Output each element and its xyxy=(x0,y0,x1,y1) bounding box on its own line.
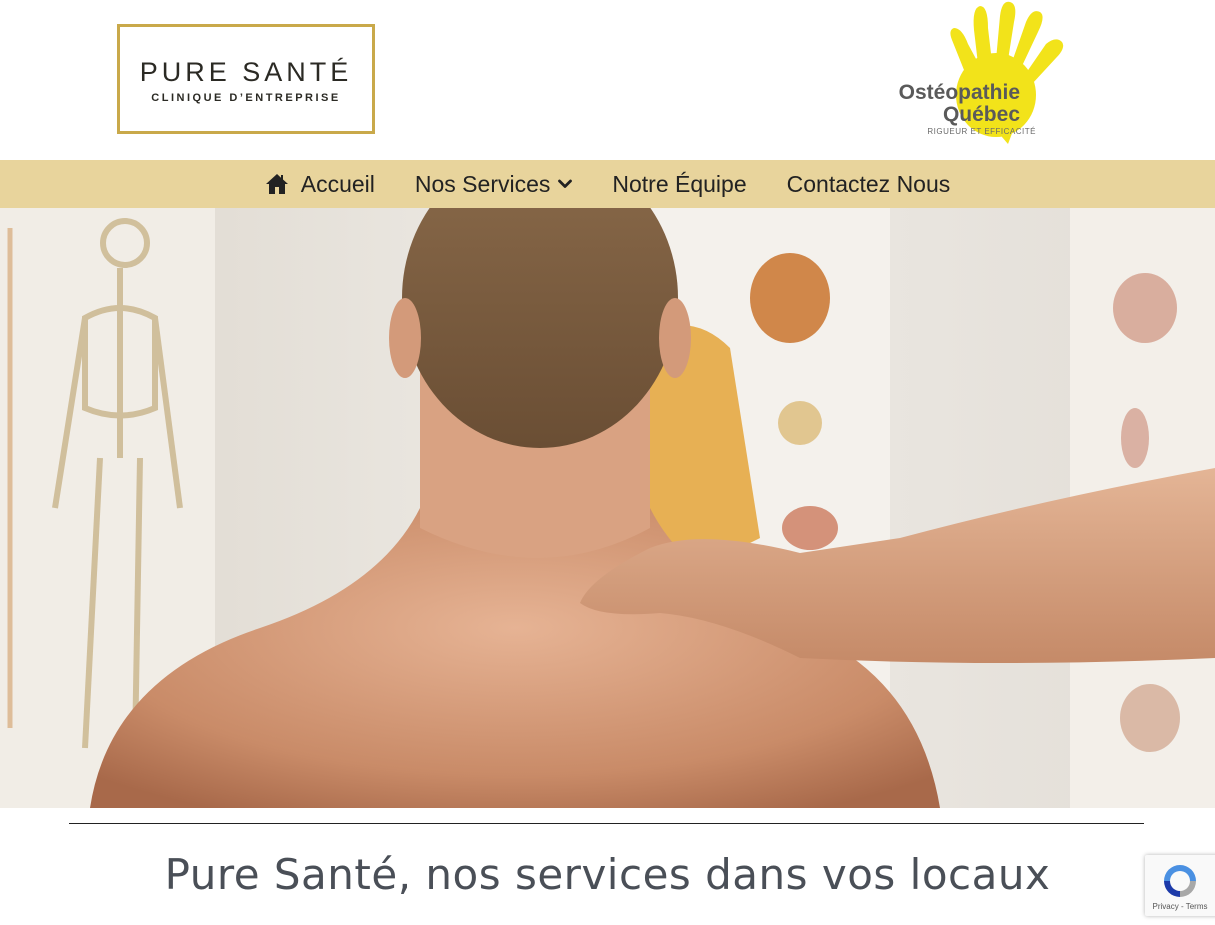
logo-osteo-line2: Québec xyxy=(942,103,1020,126)
main-nav: Accueil Nos Services Notre Équipe Contac… xyxy=(0,160,1215,208)
recaptcha-links[interactable]: Privacy - Terms xyxy=(1145,902,1215,911)
osteopathie-quebec-logo[interactable]: Ostéopathie Québec RIGUEUR ET EFFICACITÉ xyxy=(896,0,1066,145)
home-icon xyxy=(265,174,288,194)
nav-item-nos-services[interactable]: Nos Services xyxy=(414,170,573,198)
nav-item-accueil[interactable]: Accueil xyxy=(265,171,375,198)
recaptcha-icon xyxy=(1164,865,1196,897)
nav-item-contactez-nous[interactable]: Contactez Nous xyxy=(787,171,951,198)
logo-title: PURE SANTÉ xyxy=(139,57,353,87)
logo-osteo-tagline: RIGUEUR ET EFFICACITÉ xyxy=(927,127,1036,136)
chevron-down-icon xyxy=(558,179,573,188)
section-divider xyxy=(69,823,1144,824)
hero-photo xyxy=(0,208,1215,808)
logo-subtitle: CLINIQUE D’ENTREPRISE xyxy=(151,92,341,104)
hero-image xyxy=(0,208,1215,808)
pure-sante-logo[interactable]: PURE SANTÉ CLINIQUE D’ENTREPRISE xyxy=(117,24,375,134)
nav-item-label: Nos Services xyxy=(414,170,551,197)
site-header: PURE SANTÉ CLINIQUE D’ENTREPRISE Ostéopa… xyxy=(0,0,1215,160)
nav-item-label: Accueil xyxy=(300,170,375,197)
nav-item-label: Notre Équipe xyxy=(612,170,747,197)
logo-osteo-line1: Ostéopathie xyxy=(898,81,1020,104)
recaptcha-badge[interactable]: Privacy - Terms xyxy=(1145,855,1215,916)
nav-item-notre-equipe[interactable]: Notre Équipe xyxy=(612,171,746,198)
page-title: Pure Santé, nos services dans vos locaux xyxy=(164,850,1051,899)
logo-osteo-name: Ostéopathie Québec xyxy=(898,82,1020,126)
nav-item-label: Contactez Nous xyxy=(786,170,951,197)
